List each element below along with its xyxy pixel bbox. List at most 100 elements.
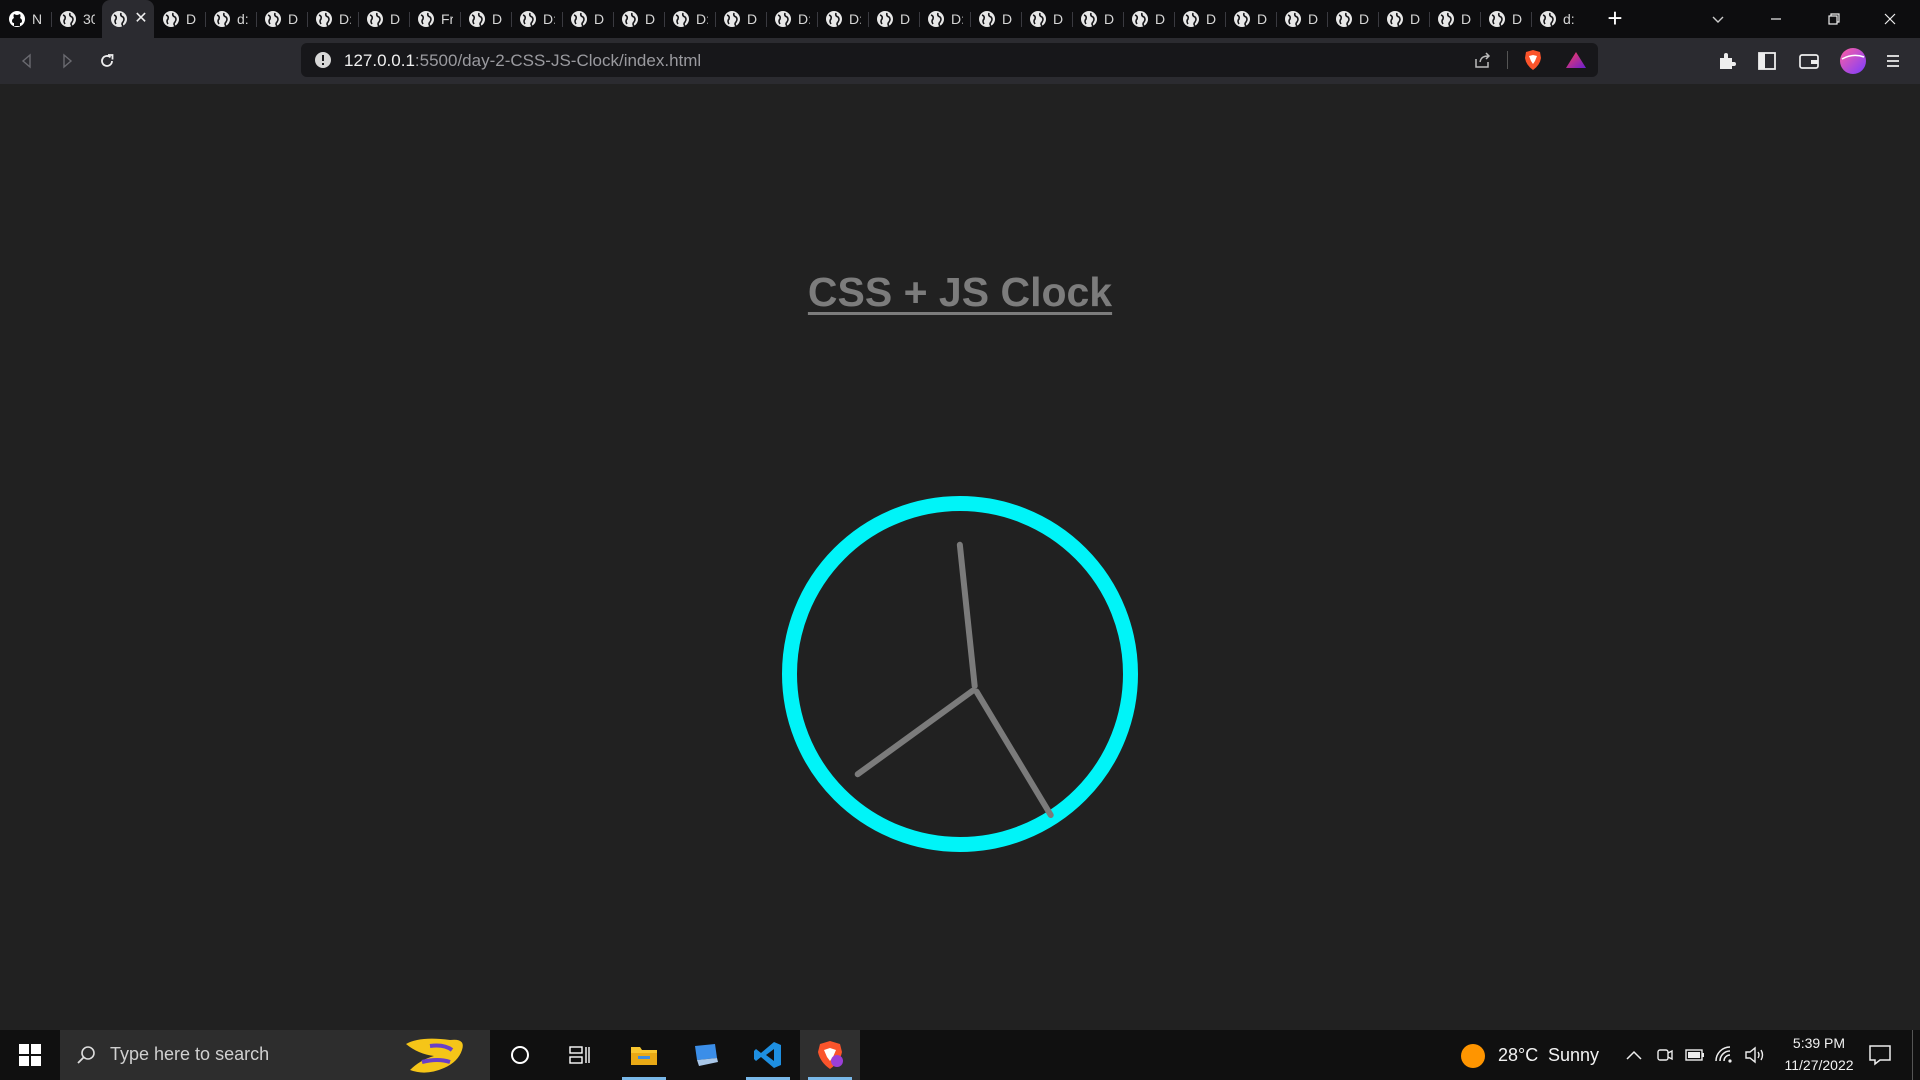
show-hidden-icons-chevron-icon[interactable] xyxy=(1625,1048,1643,1062)
tab-title: D xyxy=(645,11,656,27)
wifi-icon[interactable] xyxy=(1714,1045,1736,1065)
globe-icon xyxy=(570,10,588,28)
browser-tab[interactable]: D xyxy=(715,0,766,38)
tab-close-icon[interactable]: ✕ xyxy=(134,11,148,27)
browser-tab[interactable]: D xyxy=(1429,0,1480,38)
browser-tab[interactable]: D xyxy=(256,0,307,38)
browser-tab[interactable]: D xyxy=(970,0,1021,38)
restore-button[interactable] xyxy=(1810,0,1858,38)
globe-icon xyxy=(1284,10,1302,28)
globe-icon xyxy=(59,10,77,28)
browser-tab[interactable]: ✕ xyxy=(102,0,154,38)
close-window-button[interactable] xyxy=(1866,0,1914,38)
clock-time[interactable]: 5:39 PM xyxy=(1776,1035,1862,1051)
browser-tab[interactable]: D xyxy=(613,0,664,38)
browser-tab[interactable]: Fr xyxy=(409,0,460,38)
clock-face xyxy=(782,496,1138,852)
tab-title: d: xyxy=(1563,11,1575,27)
browser-tab[interactable]: D xyxy=(1021,0,1072,38)
weather-temperature[interactable]: 28°C xyxy=(1498,1045,1538,1066)
browser-tab[interactable]: 30 xyxy=(51,0,102,38)
brave-rewards-icon[interactable] xyxy=(1565,51,1587,69)
tab-title: D: xyxy=(951,11,963,27)
address-bar[interactable]: 127.0.0.1:5500/day-2-CSS-JS-Clock/index.… xyxy=(301,43,1598,77)
forward-button[interactable] xyxy=(54,48,80,74)
tab-title: D xyxy=(594,11,605,27)
browser-tab[interactable]: D xyxy=(1123,0,1174,38)
tab-title: D xyxy=(1104,11,1115,27)
task-view-icon xyxy=(569,1046,590,1064)
wallet-icon[interactable] xyxy=(1796,48,1822,74)
brave-browser-button[interactable] xyxy=(800,1030,860,1080)
tab-title: D xyxy=(288,11,299,27)
tab-title: D xyxy=(1512,11,1523,27)
url-path: :5500/day-2-CSS-JS-Clock/index.html xyxy=(414,51,702,70)
browser-tab[interactable]: D: xyxy=(766,0,817,38)
tab-title: d: xyxy=(237,11,249,27)
browser-tab[interactable]: D xyxy=(358,0,409,38)
meet-now-icon[interactable] xyxy=(1656,1045,1674,1065)
globe-icon xyxy=(1080,10,1098,28)
brave-shields-icon[interactable] xyxy=(1523,49,1543,71)
weather-description[interactable]: Sunny xyxy=(1548,1045,1599,1066)
taskbar-search-box[interactable]: Type here to search xyxy=(60,1030,490,1080)
browser-tab[interactable]: D xyxy=(460,0,511,38)
notifications-icon[interactable] xyxy=(1868,1044,1892,1066)
cortana-button[interactable] xyxy=(490,1030,550,1080)
task-view-button[interactable] xyxy=(550,1030,610,1080)
clock-date[interactable]: 11/27/2022 xyxy=(1770,1057,1868,1073)
browser-tab[interactable]: D xyxy=(154,0,205,38)
browser-tab[interactable]: D xyxy=(1276,0,1327,38)
back-button[interactable] xyxy=(14,48,40,74)
extensions-puzzle-icon[interactable] xyxy=(1714,48,1740,74)
browser-tab[interactable]: D: xyxy=(817,0,868,38)
start-button[interactable] xyxy=(0,1030,60,1080)
tab-title: D xyxy=(1053,11,1064,27)
weather-sun-icon[interactable] xyxy=(1460,1043,1486,1069)
not-secure-icon[interactable] xyxy=(314,51,332,69)
globe-icon xyxy=(366,10,384,28)
globe-icon xyxy=(621,10,639,28)
browser-tab[interactable]: N xyxy=(0,0,51,38)
browser-tab[interactable]: D: xyxy=(664,0,715,38)
app-button[interactable] xyxy=(676,1030,736,1080)
menu-hamburger-icon[interactable] xyxy=(1880,48,1906,74)
desktop-app-icon xyxy=(695,1044,718,1066)
globe-icon xyxy=(723,10,741,28)
browser-tab[interactable]: D xyxy=(1480,0,1531,38)
minimize-button[interactable] xyxy=(1752,0,1800,38)
globe-icon xyxy=(110,10,128,28)
tab-title: D: xyxy=(798,11,810,27)
browser-tab[interactable]: d: xyxy=(1531,0,1582,38)
battery-icon[interactable] xyxy=(1684,1046,1706,1064)
new-tab-button[interactable]: + xyxy=(1602,5,1628,32)
globe-icon xyxy=(672,10,690,28)
profile-avatar[interactable] xyxy=(1838,46,1868,76)
tab-search-chevron-icon[interactable] xyxy=(1694,0,1742,38)
browser-tab[interactable]: D xyxy=(1378,0,1429,38)
tab-title: D xyxy=(747,11,758,27)
browser-tab[interactable]: D: xyxy=(307,0,358,38)
tab-title: D: xyxy=(339,11,351,27)
browser-tab[interactable]: d: xyxy=(205,0,256,38)
show-desktop-button[interactable] xyxy=(1912,1030,1913,1080)
share-icon[interactable] xyxy=(1473,51,1493,69)
browser-tab[interactable]: D xyxy=(1225,0,1276,38)
browser-tab[interactable]: D xyxy=(1327,0,1378,38)
tab-title: N xyxy=(32,11,43,27)
browser-tab[interactable]: D xyxy=(562,0,613,38)
volume-icon[interactable] xyxy=(1744,1045,1766,1065)
tab-title: D xyxy=(1308,11,1319,27)
file-explorer-button[interactable] xyxy=(614,1030,674,1080)
sidebar-icon[interactable] xyxy=(1754,48,1780,74)
tab-strip: N 30 ✕ Dd: D D: D Fr D D: D D D: D D: D: D D: D D D D D D D D D D Dd… xyxy=(0,0,1920,38)
browser-tab[interactable]: D xyxy=(1072,0,1123,38)
vscode-button[interactable] xyxy=(738,1030,798,1080)
browser-tab[interactable]: D: xyxy=(511,0,562,38)
brave-lion-icon xyxy=(818,1041,843,1069)
reload-button[interactable] xyxy=(94,48,120,74)
browser-tab[interactable]: D xyxy=(1174,0,1225,38)
globe-icon xyxy=(162,10,180,28)
browser-tab[interactable]: D: xyxy=(919,0,970,38)
browser-tab[interactable]: D xyxy=(868,0,919,38)
